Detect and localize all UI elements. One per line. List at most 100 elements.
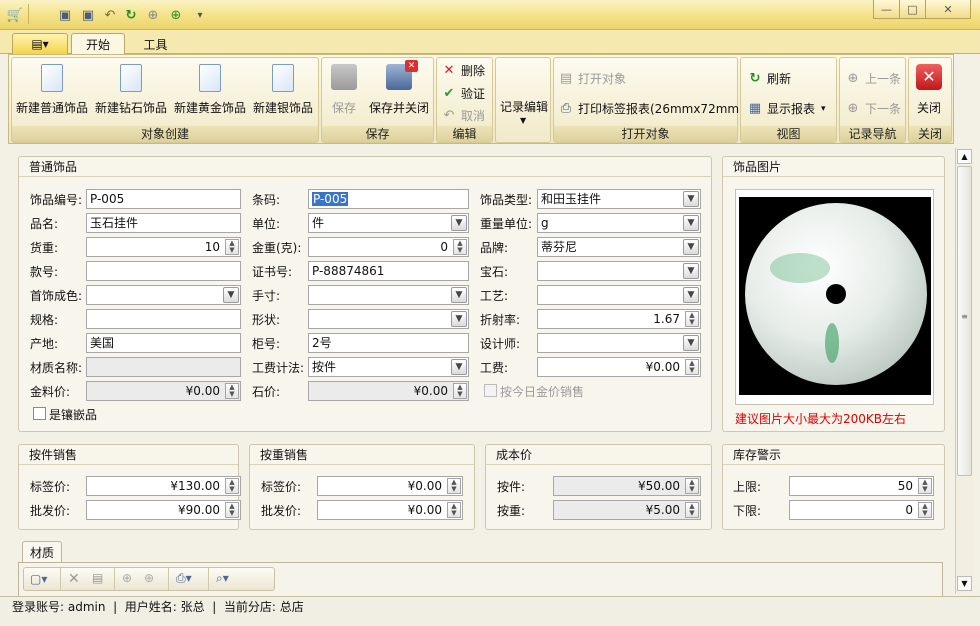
spinner-icon[interactable]: ▲ ▼: [685, 478, 699, 494]
barcode-field[interactable]: P-005: [308, 189, 469, 209]
spinner-icon[interactable]: ▲ ▼: [447, 502, 461, 518]
weight-unit-select[interactable]: g ▼: [537, 213, 701, 233]
piece-tag-field[interactable]: ¥130.00 ▲ ▼: [86, 476, 241, 496]
up-circle-icon[interactable]: ⊕: [122, 571, 132, 585]
purity-select[interactable]: ▼: [86, 285, 241, 305]
app-cart-icon[interactable]: 🛒: [6, 6, 24, 24]
cancel-button[interactable]: ↶ 取消: [441, 107, 485, 124]
cost-piece-field[interactable]: ¥50.00 ▲ ▼: [553, 476, 701, 496]
spinner-icon[interactable]: ▲ ▼: [447, 478, 461, 494]
ring-size-select[interactable]: ▼: [308, 285, 469, 305]
stock-upper-field[interactable]: 50 ▲ ▼: [789, 476, 934, 496]
spinner-icon[interactable]: ▲ ▼: [685, 502, 699, 518]
show-report-button[interactable]: ▦ 显示报表 ▾: [747, 100, 826, 117]
chevron-down-icon[interactable]: ▼: [451, 215, 467, 231]
refresh-button[interactable]: ↻ 刷新: [747, 70, 791, 87]
close-window-button[interactable]: ✕: [925, 0, 971, 19]
gold-price-field[interactable]: ¥0.00 ▲ ▼: [86, 381, 241, 401]
chevron-down-icon[interactable]: ▼: [683, 215, 699, 231]
prev-record-button[interactable]: ⊕ 上一条: [845, 70, 901, 87]
new-diamond-button[interactable]: 新建钻石饰品: [95, 64, 167, 116]
spinner-icon[interactable]: ▲ ▼: [685, 311, 699, 327]
up-icon[interactable]: ⊕: [144, 6, 162, 24]
weight-tag-field[interactable]: ¥0.00 ▲ ▼: [317, 476, 463, 496]
gold-today-checkbox[interactable]: [484, 384, 497, 397]
spinner-icon[interactable]: ▲ ▼: [918, 502, 932, 518]
close-button[interactable]: ✕ 关闭: [916, 64, 942, 116]
stone-price-field[interactable]: ¥0.00 ▲ ▼: [308, 381, 469, 401]
vertical-scrollbar[interactable]: ▲ ≡ ▼: [955, 148, 973, 594]
refraction-field[interactable]: 1.67 ▲ ▼: [537, 309, 701, 329]
counter-no-field[interactable]: 2号: [308, 333, 469, 353]
type-select[interactable]: 和田玉挂件 ▼: [537, 189, 701, 209]
spinner-icon[interactable]: ▲ ▼: [225, 502, 239, 518]
chevron-down-icon[interactable]: ▼: [223, 287, 239, 303]
minimize-button[interactable]: —: [873, 0, 900, 19]
spinner-icon[interactable]: ▲ ▼: [225, 239, 239, 255]
find-icon[interactable]: ⌕▾: [216, 571, 229, 586]
new-normal-button[interactable]: 新建普通饰品: [16, 64, 88, 116]
save-close-button[interactable]: ✕ 保存并关闭: [369, 60, 429, 116]
scroll-up-icon[interactable]: ▲: [957, 149, 972, 164]
undo-icon[interactable]: ↶: [101, 6, 119, 24]
record-edit-button[interactable]: 记录编辑 ▼: [495, 57, 551, 143]
chevron-down-icon[interactable]: ▼: [683, 191, 699, 207]
weight-wholesale-field[interactable]: ¥0.00 ▲ ▼: [317, 500, 463, 520]
delete-button[interactable]: ✕ 删除: [441, 62, 485, 79]
chevron-down-icon[interactable]: ▼: [451, 359, 467, 375]
spinner-icon[interactable]: ▲ ▼: [918, 478, 932, 494]
save-button[interactable]: 保存: [331, 64, 357, 116]
craft-select[interactable]: ▼: [537, 285, 701, 305]
down-icon[interactable]: ⊕: [167, 6, 185, 24]
inlay-checkbox[interactable]: [33, 407, 46, 420]
new-silver-button[interactable]: 新建银饰品: [253, 64, 313, 116]
print-label-button[interactable]: ⎙ 打印标签报表(26mmx72mm): [558, 100, 744, 117]
name-field[interactable]: 玉石挂件: [86, 213, 241, 233]
delete-icon[interactable]: ✕: [68, 571, 80, 587]
piece-wholesale-field[interactable]: ¥90.00 ▲ ▼: [86, 500, 241, 520]
open-object-button[interactable]: ▤ 打开对象: [558, 70, 626, 87]
cert-no-field[interactable]: P-88874861: [308, 261, 469, 281]
spec-field[interactable]: [86, 309, 241, 329]
weight-field[interactable]: 10 ▲ ▼: [86, 237, 241, 257]
verify-button[interactable]: ✔ 验证: [441, 85, 485, 102]
spinner-icon[interactable]: ▲ ▼: [453, 383, 467, 399]
brand-select[interactable]: 蒂芬尼 ▼: [537, 237, 701, 257]
print-icon[interactable]: ⎙▾: [176, 571, 192, 586]
spinner-icon[interactable]: ▲ ▼: [225, 383, 239, 399]
tab-tools[interactable]: 工具: [128, 33, 183, 54]
chevron-down-icon[interactable]: ▼: [683, 239, 699, 255]
unit-select[interactable]: 件 ▼: [308, 213, 469, 233]
item-no-field[interactable]: P-005: [86, 189, 241, 209]
gold-weight-field[interactable]: 0 ▲ ▼: [308, 237, 469, 257]
shape-select[interactable]: ▼: [308, 309, 469, 329]
chevron-down-icon[interactable]: ▼: [451, 287, 467, 303]
designer-select[interactable]: ▼: [537, 333, 701, 353]
next-record-button[interactable]: ⊕ 下一条: [845, 100, 901, 117]
jade-image-frame[interactable]: [735, 189, 934, 405]
customize-qat-icon[interactable]: ▾: [191, 6, 209, 24]
chevron-down-icon[interactable]: ▼: [683, 287, 699, 303]
scroll-thumb[interactable]: ≡: [957, 166, 972, 476]
chevron-down-icon[interactable]: ▼: [683, 263, 699, 279]
maximize-button[interactable]: □: [899, 0, 926, 19]
scroll-down-icon[interactable]: ▼: [957, 576, 972, 591]
chevron-down-icon[interactable]: ▼: [683, 335, 699, 351]
origin-field[interactable]: 美国: [86, 333, 241, 353]
chevron-down-icon[interactable]: ▼: [451, 311, 467, 327]
list-icon[interactable]: ▤: [92, 571, 103, 585]
save-close-icon[interactable]: ▣: [79, 6, 97, 24]
refresh-icon[interactable]: ↻: [122, 6, 140, 24]
style-no-field[interactable]: [86, 261, 241, 281]
material-name-field[interactable]: [86, 357, 241, 377]
labor-method-select[interactable]: 按件 ▼: [308, 357, 469, 377]
cost-weight-field[interactable]: ¥5.00 ▲ ▼: [553, 500, 701, 520]
stock-lower-field[interactable]: 0 ▲ ▼: [789, 500, 934, 520]
new-gold-button[interactable]: 新建黄金饰品: [174, 64, 246, 116]
gem-select[interactable]: ▼: [537, 261, 701, 281]
tab-home[interactable]: 开始: [71, 33, 125, 54]
app-menu-button[interactable]: ▤▾: [12, 33, 68, 54]
new-icon[interactable]: ▢▾: [30, 572, 50, 586]
spinner-icon[interactable]: ▲ ▼: [225, 478, 239, 494]
spinner-icon[interactable]: ▲ ▼: [685, 359, 699, 375]
